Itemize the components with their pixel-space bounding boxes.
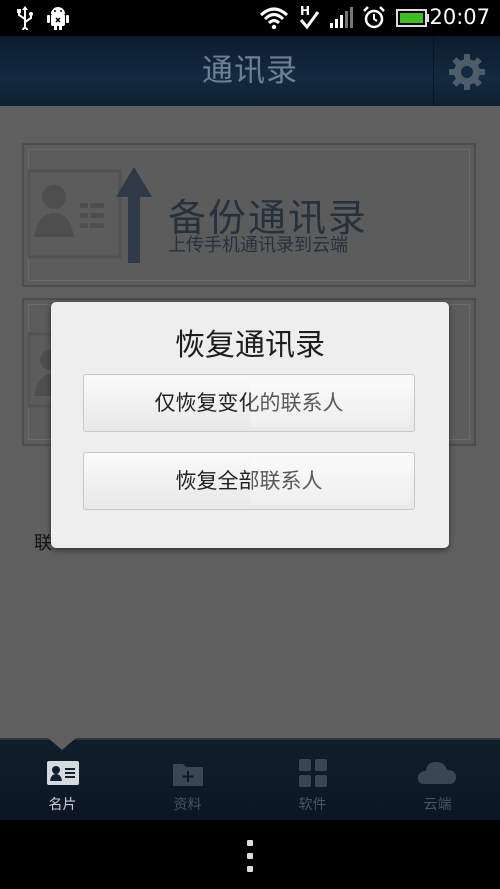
bottom-nav: 名片 资料 软件 云端 bbox=[0, 738, 500, 822]
folder-add-icon bbox=[173, 764, 203, 786]
page-title: 通讯录 bbox=[202, 53, 298, 89]
dialog-title: 恢复通讯录 bbox=[175, 328, 325, 363]
status-clock: 20:07 bbox=[429, 5, 490, 29]
partial-label: 联 bbox=[34, 533, 52, 554]
apps-grid-icon bbox=[299, 759, 327, 787]
restore-all-button[interactable]: 恢复全部联系人 bbox=[83, 452, 415, 510]
svg-text:H: H bbox=[300, 4, 310, 18]
restore-dialog: 恢复通讯录 仅恢复变化的联系人 恢复全部联系人 bbox=[51, 302, 449, 548]
signal-icon bbox=[328, 6, 354, 30]
alarm-icon bbox=[362, 6, 386, 30]
wifi-icon bbox=[258, 6, 290, 30]
usb-icon bbox=[14, 6, 36, 30]
nav-label-apps: 软件 bbox=[298, 797, 327, 813]
backup-subtitle: 上传手机通讯录到云端 bbox=[168, 235, 348, 256]
title-bar: 通讯录 bbox=[0, 36, 500, 108]
contact-card-icon bbox=[47, 761, 79, 785]
settings-button[interactable] bbox=[433, 36, 500, 106]
battery-icon bbox=[396, 6, 430, 30]
screen: H 20:07 通讯录 备份通讯录 上传手机通讯录到云端 联 恢复通讯录 仅恢复… bbox=[0, 0, 500, 889]
android-debug-icon bbox=[46, 6, 70, 30]
nav-label-cards: 名片 bbox=[48, 797, 77, 813]
gear-icon bbox=[449, 54, 485, 90]
restore-changed-button[interactable]: 仅恢复变化的联系人 bbox=[83, 374, 415, 432]
nav-tab-cloud[interactable]: 云端 bbox=[375, 740, 500, 822]
status-bar: H 20:07 bbox=[0, 0, 500, 36]
menu-icon[interactable] bbox=[244, 840, 256, 874]
backup-contacts-card[interactable]: 备份通讯录 上传手机通讯录到云端 bbox=[22, 143, 476, 287]
system-nav-bar bbox=[0, 820, 500, 889]
upload-contacts-icon bbox=[28, 167, 152, 263]
cloud-icon bbox=[417, 762, 456, 784]
hspa-data-icon: H bbox=[296, 4, 322, 30]
nav-tab-apps[interactable]: 软件 bbox=[250, 740, 375, 822]
nav-label-files: 资料 bbox=[173, 797, 202, 813]
nav-tab-cards[interactable]: 名片 bbox=[0, 740, 125, 822]
nav-label-cloud: 云端 bbox=[423, 797, 452, 813]
nav-tab-files[interactable]: 资料 bbox=[125, 740, 250, 822]
